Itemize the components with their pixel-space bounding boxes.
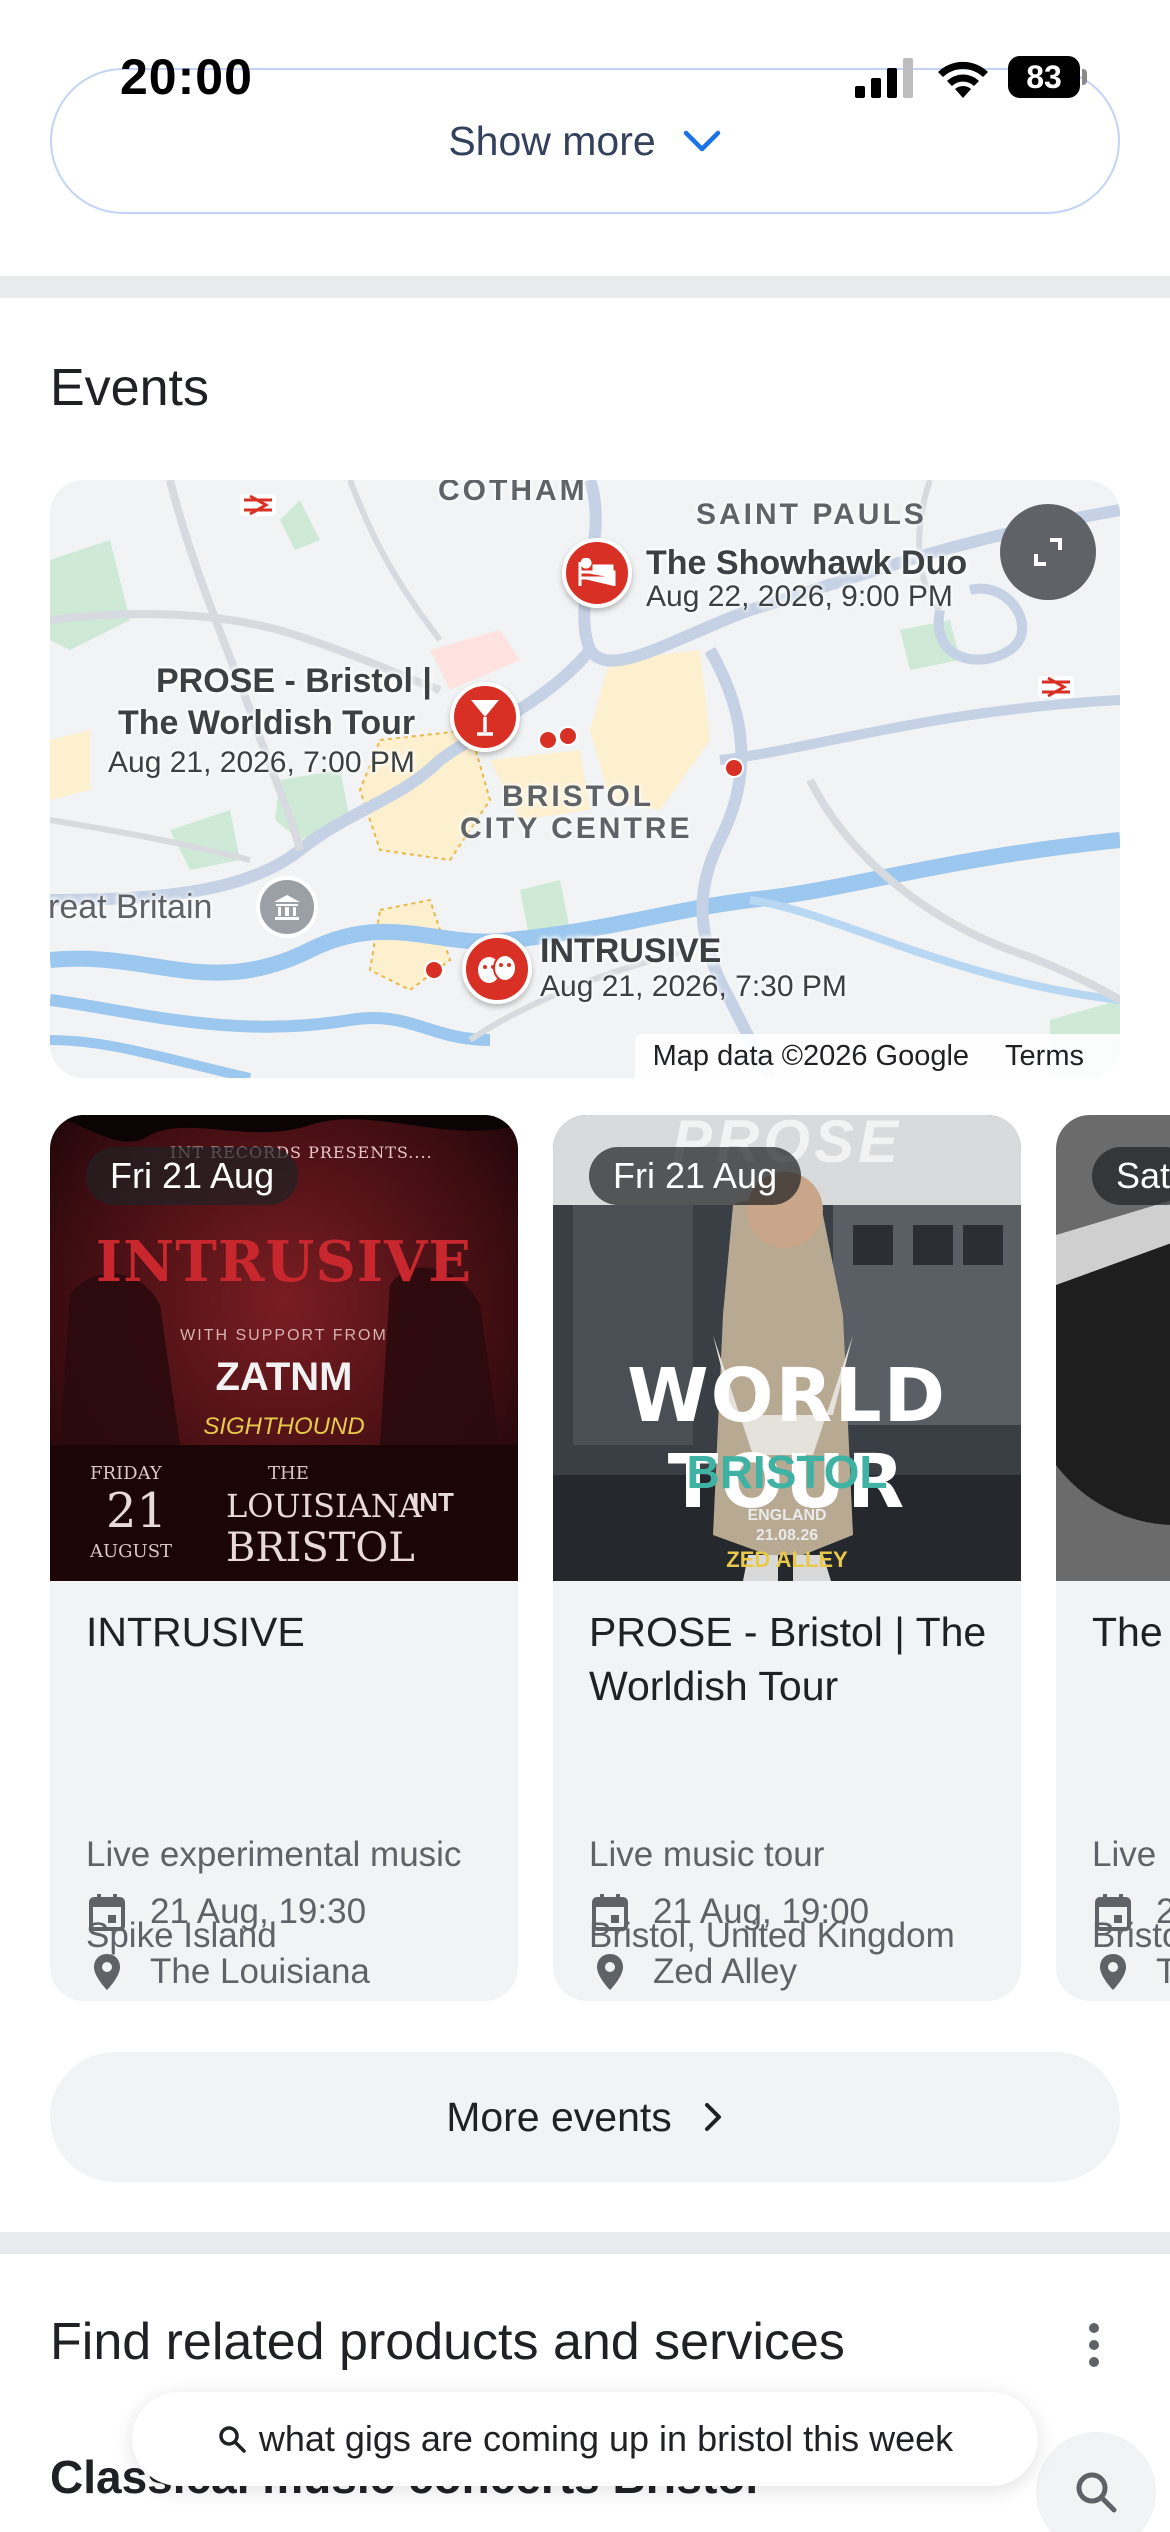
section-divider [0, 2232, 1170, 2254]
expand-icon [1034, 538, 1062, 566]
poster-text: 21.08.26 [755, 1527, 819, 1544]
event-type: Live experimental music [86, 1835, 462, 1874]
map-area-label: COTHAM [438, 480, 588, 507]
map-dot[interactable] [724, 758, 744, 778]
map-dot[interactable] [558, 726, 578, 746]
map-pin-date: Aug 21, 2026, 7:00 PM [108, 746, 415, 779]
event-location: Spike Island [86, 1916, 277, 1955]
event-location: Bristol, United Kingdom [589, 1916, 955, 1955]
events-title: Events [50, 359, 209, 417]
map-pin-prose[interactable] [450, 682, 520, 752]
event-card-intrusive[interactable]: INT RECORDS PRESENTS.... INTRUSIVE WITH … [50, 1115, 518, 2001]
event-card-prose[interactable]: PROSE WORLD TOUR BRISTOL ENGLAND 21.08.2… [553, 1115, 1021, 2001]
event-poster-prose: PROSE WORLD TOUR BRISTOL ENGLAND 21.08.2… [553, 1115, 1021, 1581]
status-time: 20:00 [120, 49, 253, 105]
poster-text: AUGUST [90, 1541, 173, 1562]
poster-text: ZATNM [215, 1355, 353, 1399]
map-pin-title: INTRUSIVE [540, 932, 722, 970]
related-search-button[interactable] [1036, 2432, 1156, 2532]
poster-text: WORLD TOUR [626, 1353, 948, 1525]
event-type: Live music tour [589, 1835, 825, 1874]
event-title: PROSE - Bristol | The Worldish Tour [589, 1609, 987, 1709]
location-pin-icon [1100, 1954, 1126, 1990]
related-title: Find related products and services [50, 2313, 845, 2371]
more-events-button[interactable]: More events [50, 2052, 1120, 2182]
date-chip: Sat [1092, 1147, 1170, 1205]
museum-icon [256, 876, 318, 938]
hotel-icon [578, 558, 616, 586]
event-venue: The Louisiana [150, 1952, 370, 1991]
map-area-label: BRISTOL [502, 780, 655, 813]
map-attribution: Map data ©2026 Google Terms [634, 1034, 1120, 1078]
rail-station-icon [240, 494, 276, 516]
cocktail-icon [471, 700, 499, 736]
section-divider [0, 276, 1170, 298]
event-cards-carousel[interactable]: INT RECORDS PRESENTS.... INTRUSIVE WITH … [0, 1115, 1170, 2005]
search-query-text: what gigs are coming up in bristol this … [258, 2418, 954, 2459]
event-title: INTRUSIVE [86, 1609, 305, 1655]
map-pin-title: The Showhawk Duo [646, 544, 968, 582]
event-type: Live [1092, 1835, 1157, 1874]
event-poster-third: Sat [1056, 1115, 1170, 1581]
event-title: The [1092, 1609, 1163, 1655]
map-terms-link[interactable]: Terms [1005, 1040, 1084, 1073]
map-pin-date: Aug 21, 2026, 7:30 PM [540, 970, 847, 1003]
cellular-signal-icon [855, 58, 913, 98]
map-pin-title: PROSE - Bristol | [156, 662, 432, 700]
map-area-label: SAINT PAULS [696, 498, 927, 531]
theater-masks-icon [478, 954, 517, 983]
event-venue: T [1156, 1952, 1170, 1991]
status-bar: 20:00 83 [0, 0, 1170, 150]
wifi-icon [938, 61, 988, 98]
poster-text: INT [412, 1487, 454, 1517]
poster-text: INTRUSIVE [95, 1229, 473, 1295]
map-place-label: reat Britain [50, 888, 213, 926]
map-expand-button[interactable] [1000, 504, 1096, 600]
map-area-label: CITY CENTRE [460, 812, 693, 845]
map-pin-intrusive[interactable] [462, 934, 532, 1004]
map-pin-date: Aug 22, 2026, 9:00 PM [646, 580, 953, 613]
search-query-pill[interactable]: what gigs are coming up in bristol this … [132, 2392, 1038, 2486]
event-venue: Zed Alley [653, 1952, 797, 1991]
search-icon [1076, 2472, 1117, 2513]
chevron-right-icon [704, 2103, 721, 2131]
rail-station-icon [1038, 676, 1074, 698]
poster-text: SIGHTHOUND [203, 1413, 365, 1440]
location-pin-icon [94, 1954, 120, 1990]
poster-text: LOUISIANA [226, 1487, 422, 1525]
poster-text: THE [268, 1463, 309, 1484]
map-pin-title: The Worldish Tour [118, 704, 416, 742]
events-map[interactable]: COTHAM SAINT PAULS BRISTOL CITY CENTRE r… [50, 480, 1120, 1078]
map-data-text: Map data ©2026 Google [652, 1039, 970, 1072]
map-pin-showhawk[interactable] [562, 538, 632, 608]
poster-text: ZED ALLEY [726, 1547, 848, 1572]
event-poster-intrusive: INT RECORDS PRESENTS.... INTRUSIVE WITH … [50, 1115, 518, 1581]
event-location: Bristo [1092, 1916, 1170, 1955]
event-card-third[interactable]: Sat The Live 2 T [1056, 1115, 1170, 2001]
poster-text: 21 [106, 1483, 168, 1539]
poster-text: FRIDAY [90, 1463, 162, 1484]
poster-text: BRISTOL [686, 1446, 888, 1498]
map-dot[interactable] [538, 730, 558, 750]
poster-text: BRISTOL [226, 1525, 415, 1571]
location-pin-icon [597, 1954, 623, 1990]
more-options-icon[interactable] [1080, 2320, 1108, 2370]
poster-text: ENGLAND [747, 1507, 827, 1524]
battery-level: 83 [1008, 56, 1080, 98]
more-events-label: More events [446, 2093, 672, 2140]
date-chip: Fri 21 Aug [589, 1147, 802, 1205]
map-dot[interactable] [424, 960, 444, 980]
date-chip: Fri 21 Aug [86, 1147, 299, 1205]
poster-text: WITH SUPPORT FROM [180, 1327, 388, 1344]
search-icon [219, 2426, 246, 2453]
battery-icon: 83 [1008, 56, 1087, 98]
